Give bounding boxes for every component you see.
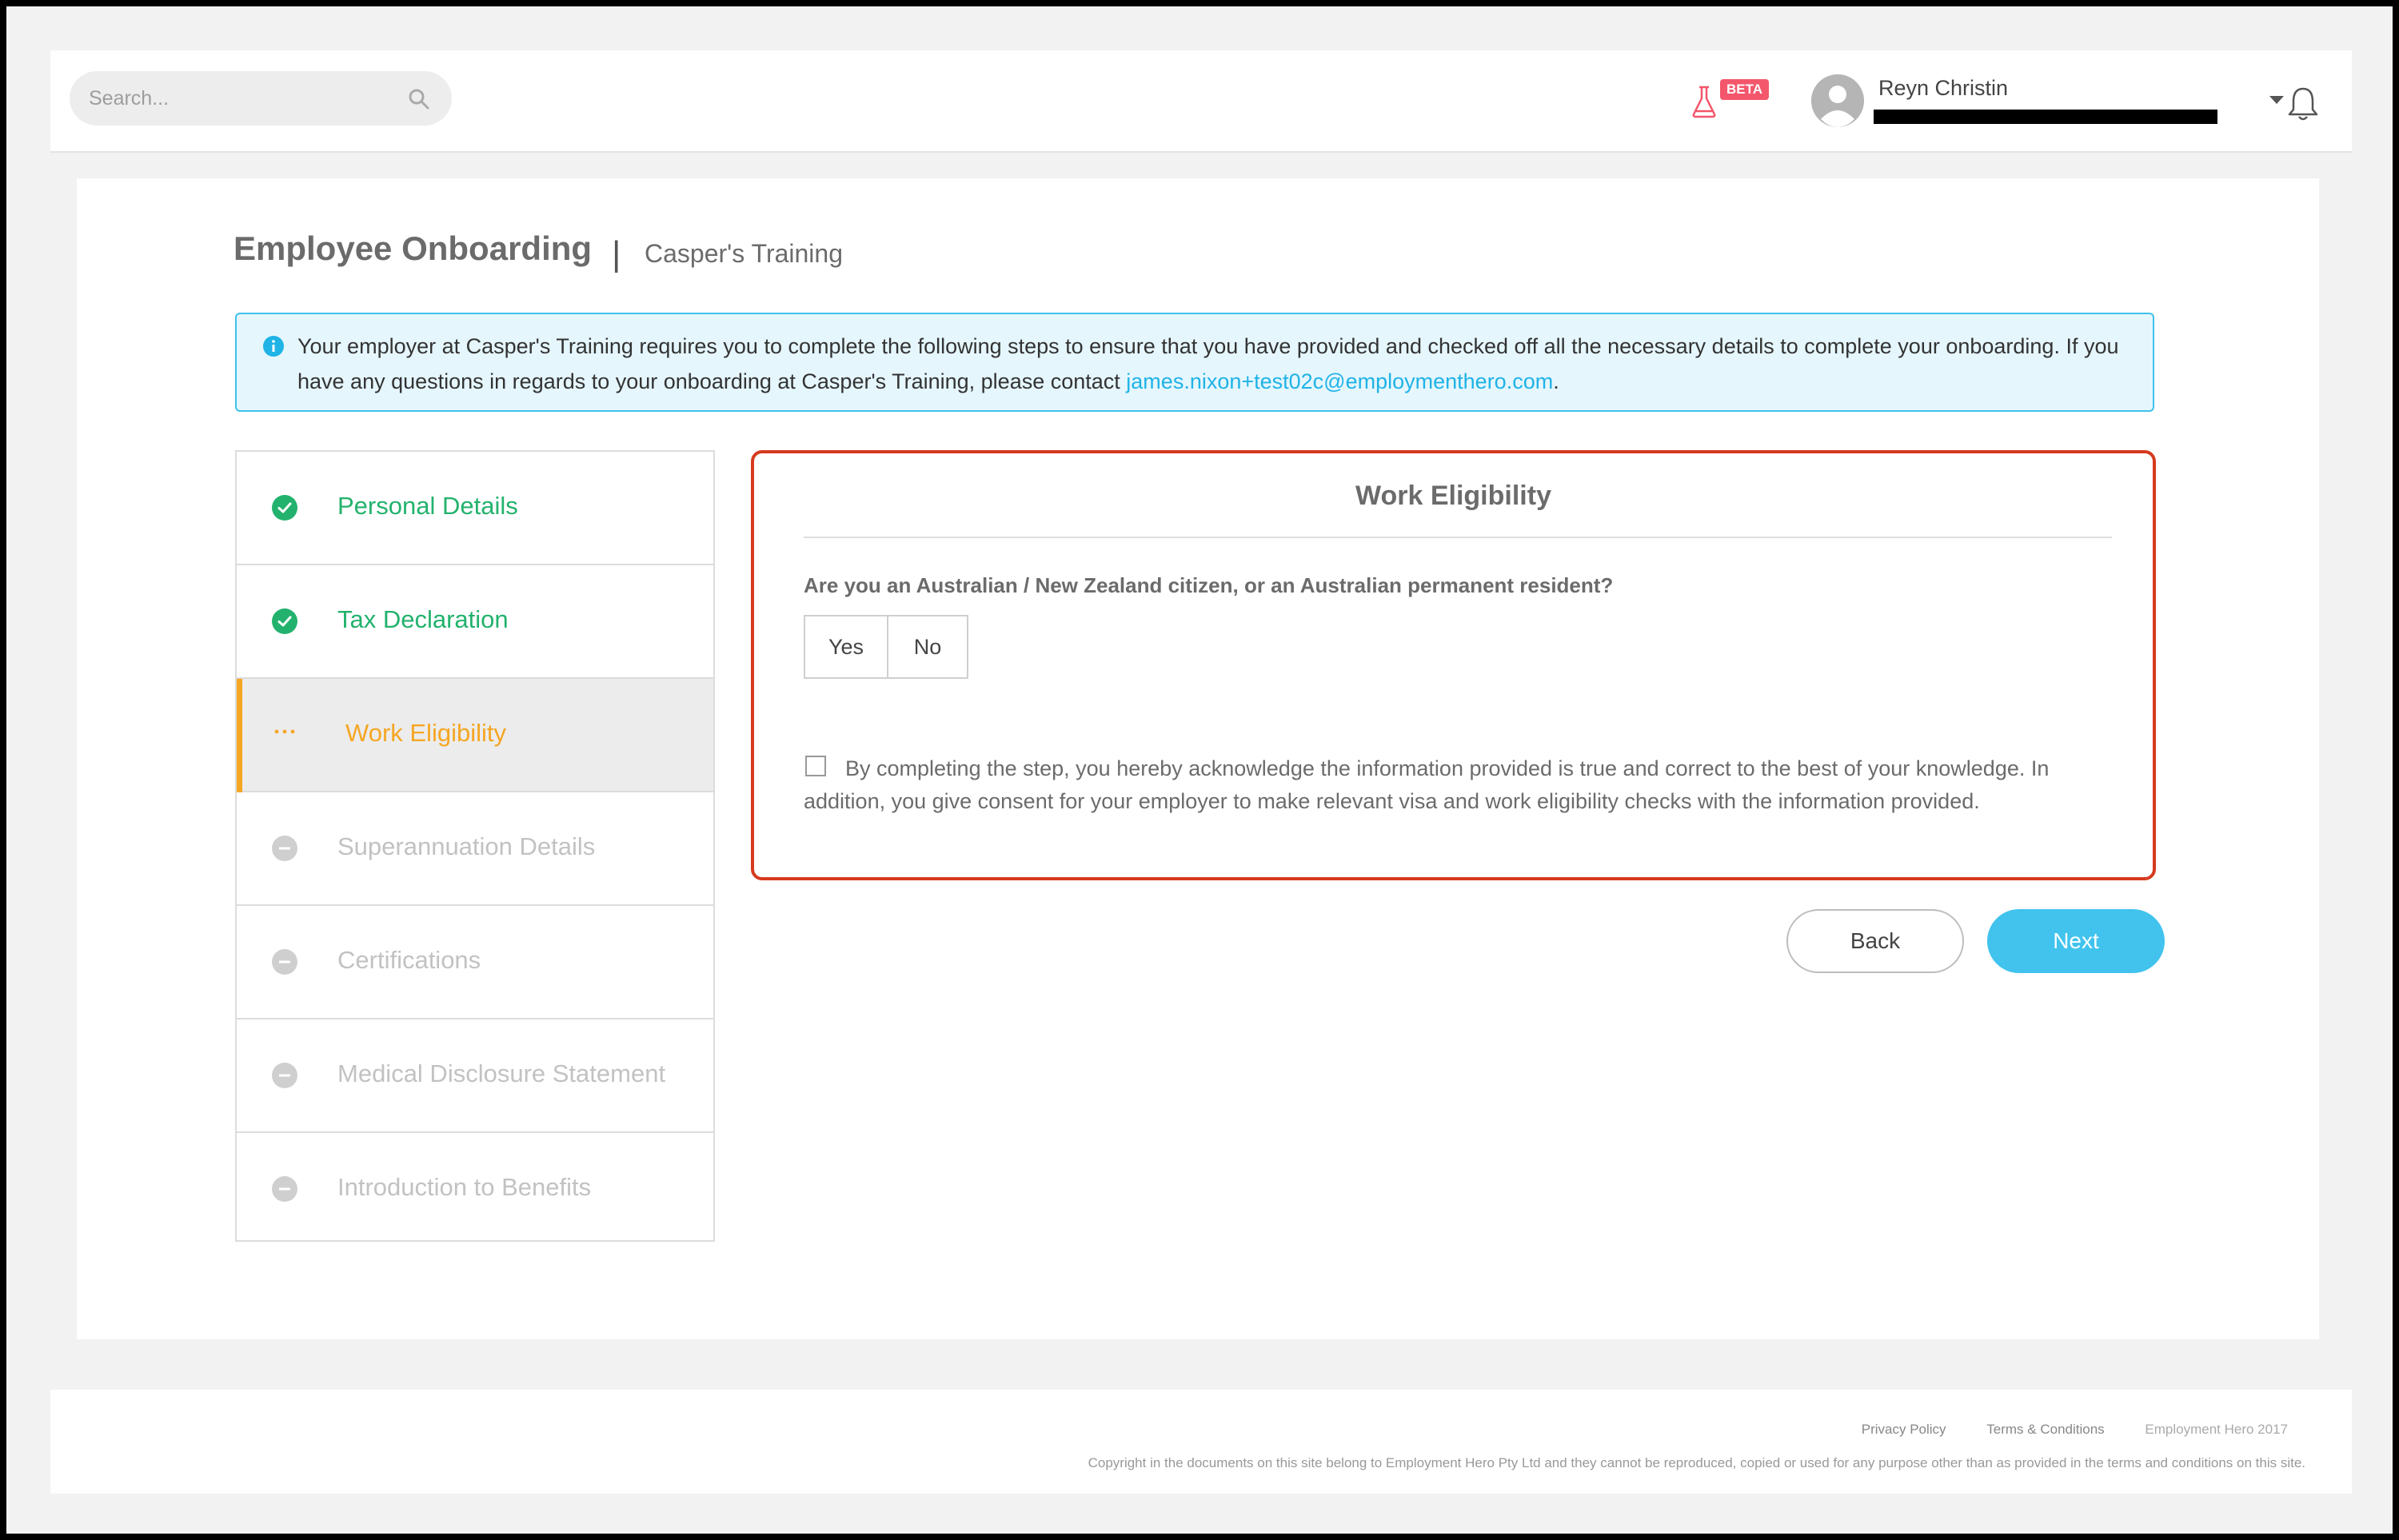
back-button[interactable]: Back [1786, 909, 1964, 973]
info-text: Your employer at Casper's Training requi… [297, 329, 2137, 399]
screen: BETA Reyn Christin Employee Onboarding | [6, 6, 2393, 1534]
info-icon [263, 336, 284, 357]
main-card: Employee Onboarding | Casper's Training … [77, 178, 2319, 1339]
step-work-eligibility[interactable]: Work Eligibility [237, 679, 713, 792]
user-icon [1811, 74, 1864, 127]
minus-circle-icon [272, 836, 297, 861]
yes-button[interactable]: Yes [804, 615, 888, 679]
user-name: Reyn Christin [1878, 76, 2009, 100]
beta-badge: BETA [1720, 79, 1770, 100]
page-title: Employee Onboarding [234, 229, 593, 267]
next-button[interactable]: Next [1987, 909, 2165, 973]
bell-icon[interactable] [2285, 84, 2321, 122]
copyright-text: Copyright in the documents on this site … [1088, 1455, 2305, 1470]
terms-link[interactable]: Terms & Conditions [1986, 1422, 2104, 1437]
step-introduction-to-benefits[interactable]: Introduction to Benefits [237, 1133, 713, 1247]
onboarding-steps: Personal Details Tax Declaration Work El… [235, 450, 715, 1242]
search-icon[interactable] [407, 87, 431, 111]
flask-icon [1692, 86, 1716, 118]
redacted-email [1874, 110, 2217, 124]
search-box[interactable] [70, 71, 452, 126]
beta-labs[interactable]: BETA [1690, 79, 1778, 119]
work-eligibility-panel: Work Eligibility Are you an Australian /… [751, 450, 2156, 880]
consent-text: By completing the step, you hereby ackno… [804, 756, 2050, 813]
check-circle-icon [272, 608, 297, 634]
footer-links: Privacy Policy Terms & Conditions Employ… [1825, 1422, 2288, 1438]
panel-title: Work Eligibility [1355, 481, 1551, 511]
check-circle-icon [272, 495, 297, 521]
step-superannuation-details[interactable]: Superannuation Details [237, 792, 713, 906]
info-suffix: . [1553, 369, 1559, 393]
step-label: Work Eligibility [345, 719, 506, 747]
chevron-down-icon[interactable] [2269, 96, 2284, 104]
step-label: Certifications [337, 946, 481, 974]
step-medical-disclosure[interactable]: Medical Disclosure Statement [237, 1019, 713, 1133]
company-name: Casper's Training [645, 239, 843, 268]
step-tax-declaration[interactable]: Tax Declaration [237, 565, 713, 679]
info-banner: Your employer at Casper's Training requi… [235, 313, 2154, 412]
minus-circle-icon [272, 949, 297, 975]
footer-brand: Employment Hero 2017 [2145, 1422, 2288, 1437]
step-personal-details[interactable]: Personal Details [237, 452, 713, 565]
citizenship-toggle: Yes No [804, 615, 968, 679]
step-label: Personal Details [337, 492, 518, 520]
divider [804, 537, 2112, 538]
user-menu[interactable]: Reyn Christin [1810, 68, 2284, 135]
search-input[interactable] [89, 71, 393, 126]
minus-circle-icon [272, 1063, 297, 1088]
no-button[interactable]: No [888, 615, 968, 679]
avatar [1811, 74, 1864, 127]
contact-email-link[interactable]: james.nixon+test02c@employmenthero.com [1126, 369, 1553, 393]
privacy-policy-link[interactable]: Privacy Policy [1862, 1422, 1946, 1437]
step-label: Tax Declaration [337, 605, 509, 633]
step-label: Superannuation Details [337, 832, 596, 860]
top-bar: BETA Reyn Christin [50, 50, 2352, 153]
footer: Privacy Policy Terms & Conditions Employ… [50, 1390, 2352, 1494]
step-label: Medical Disclosure Statement [337, 1059, 666, 1087]
ellipsis-icon [274, 729, 295, 734]
title-separator: | [612, 234, 621, 273]
step-certifications[interactable]: Certifications [237, 906, 713, 1019]
step-label: Introduction to Benefits [337, 1173, 592, 1201]
citizenship-question: Are you an Australian / New Zealand citi… [804, 573, 1614, 597]
minus-circle-icon [272, 1176, 297, 1202]
